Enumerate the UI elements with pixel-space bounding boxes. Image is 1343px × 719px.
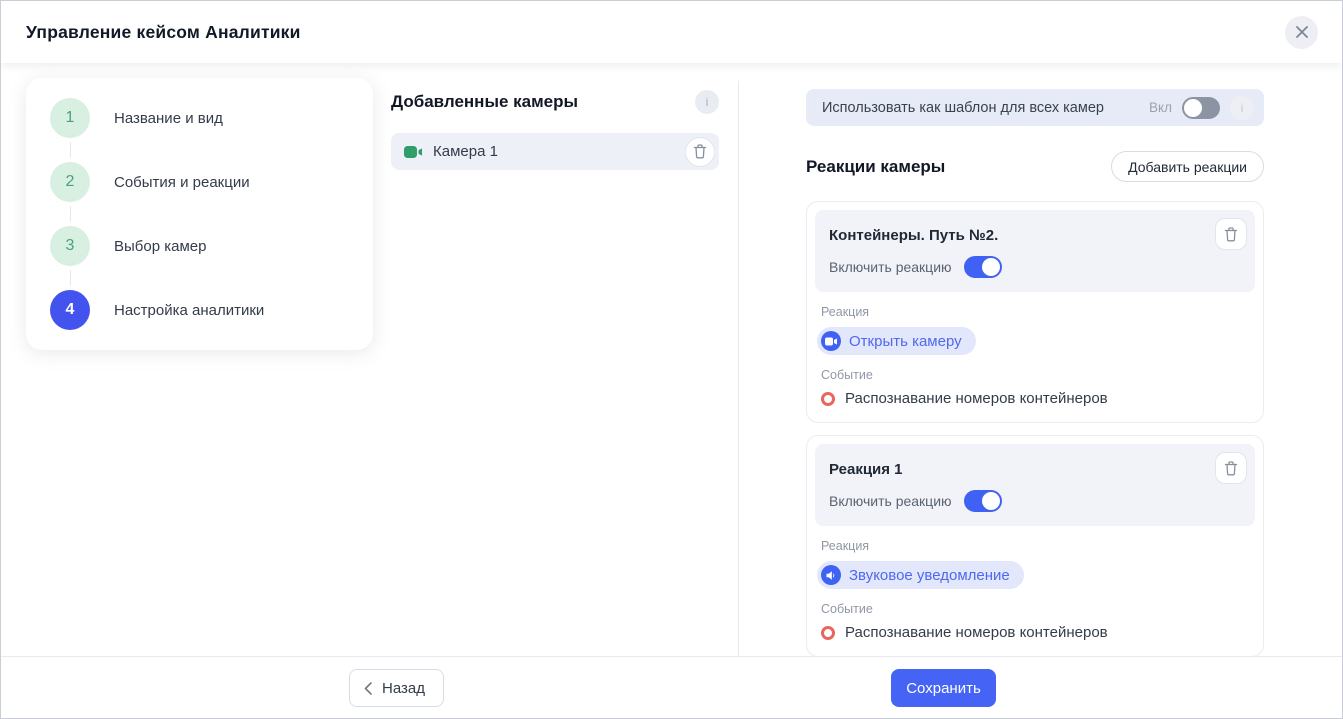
chevron-left-icon xyxy=(364,681,372,695)
step-label: События и реакции xyxy=(114,173,250,191)
delete-camera-button[interactable] xyxy=(685,136,715,167)
camera-reactions-panel: Использовать как шаблон для всех камер В… xyxy=(806,89,1264,657)
trash-icon xyxy=(693,144,707,159)
enable-reaction-row: Включить реакцию xyxy=(829,256,1247,278)
delete-reaction-button[interactable] xyxy=(1215,452,1247,484)
reaction-card-head: Контейнеры. Путь №2. Включить реакцию xyxy=(815,210,1255,292)
use-as-template-label: Использовать как шаблон для всех камер xyxy=(822,99,1104,116)
step-number-badge: 1 xyxy=(50,98,90,138)
step-camera-selection[interactable]: 3 Выбор камер xyxy=(50,226,349,286)
wizard-stepper: 1 Название и вид 2 События и реакции 3 В… xyxy=(26,78,373,350)
step-name-and-type[interactable]: 1 Название и вид xyxy=(50,98,349,158)
analytics-case-modal: Управление кейсом Аналитики 1 Название и… xyxy=(0,0,1343,719)
event-field-label: Событие xyxy=(821,368,873,382)
red-ring-icon xyxy=(821,625,835,640)
reaction-card: Контейнеры. Путь №2. Включить реакцию Ре… xyxy=(806,201,1264,423)
trash-icon xyxy=(1224,460,1238,476)
event-name: Распознавание номеров контейнеров xyxy=(845,624,1108,641)
back-button[interactable]: Назад xyxy=(349,669,444,707)
reaction-chip-label: Открыть камеру xyxy=(849,332,962,350)
added-cameras-header: Добавленные камеры i xyxy=(391,90,719,114)
reaction-chip-label: Звуковое уведомление xyxy=(849,566,1010,584)
enable-reaction-row: Включить реакцию xyxy=(829,490,1247,512)
step-label: Выбор камер xyxy=(114,237,207,255)
video-camera-icon xyxy=(404,145,423,159)
step-number-badge: 4 xyxy=(50,290,90,330)
use-as-template-row: Использовать как шаблон для всех камер В… xyxy=(806,89,1264,126)
column-divider xyxy=(738,81,739,656)
reaction-chip[interactable]: Звуковое уведомление xyxy=(817,561,1024,589)
video-camera-icon xyxy=(821,331,841,351)
reaction-chip[interactable]: Открыть камеру xyxy=(817,327,976,355)
red-ring-icon xyxy=(821,391,835,406)
reaction-title: Контейнеры. Путь №2. xyxy=(829,227,999,244)
modal-content: 1 Название и вид 2 События и реакции 3 В… xyxy=(1,63,1342,657)
step-analytics-settings[interactable]: 4 Настройка аналитики xyxy=(50,290,349,330)
event-row: Распознавание номеров контейнеров xyxy=(821,624,1249,641)
close-icon xyxy=(1295,25,1309,39)
enable-reaction-toggle[interactable] xyxy=(963,256,1002,278)
modal-header: Управление кейсом Аналитики xyxy=(1,1,1342,63)
reaction-card-head-top: Реакция 1 xyxy=(829,452,1247,484)
close-button[interactable] xyxy=(1285,15,1318,49)
toggle-state-label: Вкл xyxy=(1149,100,1172,115)
reaction-card-head-top: Контейнеры. Путь №2. xyxy=(829,218,1247,250)
step-label: Название и вид xyxy=(114,109,223,127)
camera-name: Камера 1 xyxy=(433,143,498,160)
added-cameras-panel: Добавленные камеры i Камера 1 xyxy=(391,90,719,170)
use-as-template-toggle[interactable] xyxy=(1182,96,1220,119)
toggle-knob xyxy=(1184,98,1202,117)
add-reactions-button[interactable]: Добавить реакции xyxy=(1111,151,1264,182)
toggle-knob xyxy=(981,258,1000,276)
delete-reaction-button[interactable] xyxy=(1215,218,1247,250)
trash-icon xyxy=(1224,226,1238,242)
reactions-title: Реакции камеры xyxy=(806,156,946,176)
reaction-title: Реакция 1 xyxy=(829,461,903,478)
event-row: Распознавание номеров контейнеров xyxy=(821,390,1249,407)
info-icon[interactable]: i xyxy=(1230,95,1254,120)
camera-list-item[interactable]: Камера 1 xyxy=(391,133,719,170)
enable-reaction-toggle[interactable] xyxy=(963,490,1002,512)
save-button[interactable]: Сохранить xyxy=(891,669,996,707)
step-number-badge: 2 xyxy=(50,162,90,202)
reaction-field-label: Реакция xyxy=(821,305,870,319)
info-icon[interactable]: i xyxy=(695,90,719,114)
step-events-and-reactions[interactable]: 2 События и реакции xyxy=(50,162,349,222)
event-field-label: Событие xyxy=(821,602,873,616)
back-button-label: Назад xyxy=(382,679,425,697)
enable-reaction-label: Включить реакцию xyxy=(829,259,952,275)
enable-reaction-label: Включить реакцию xyxy=(829,493,952,509)
reaction-card-head: Реакция 1 Включить реакцию xyxy=(815,444,1255,526)
reaction-card: Реакция 1 Включить реакцию Реакция Звуко… xyxy=(806,435,1264,657)
modal-footer: Назад Сохранить xyxy=(1,656,1342,718)
event-name: Распознавание номеров контейнеров xyxy=(845,390,1108,407)
step-label: Настройка аналитики xyxy=(114,301,265,319)
speaker-icon xyxy=(821,565,841,585)
reaction-field-label: Реакция xyxy=(821,539,870,553)
toggle-knob xyxy=(981,492,1000,510)
step-number-badge: 3 xyxy=(50,226,90,266)
added-cameras-title: Добавленные камеры xyxy=(391,92,579,111)
page-title: Управление кейсом Аналитики xyxy=(26,21,301,42)
reactions-header: Реакции камеры Добавить реакции xyxy=(806,151,1264,182)
